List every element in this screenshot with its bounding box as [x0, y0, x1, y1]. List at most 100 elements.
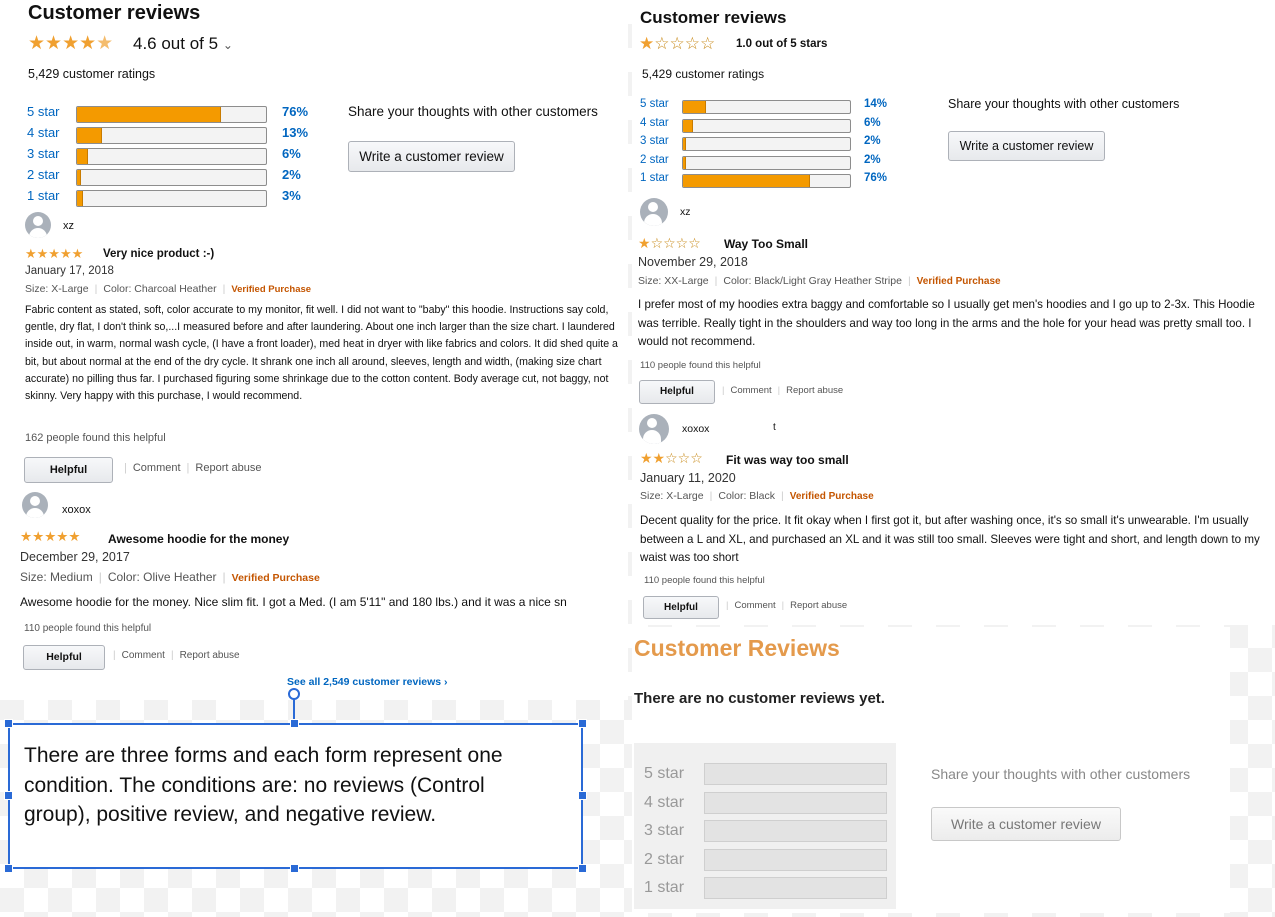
histogram-bar[interactable]: [682, 174, 851, 188]
review-author[interactable]: xoxox: [682, 423, 709, 435]
variant-color[interactable]: Color: Olive Heather: [108, 570, 217, 584]
write-review-button[interactable]: Write a customer review: [348, 141, 515, 172]
review-author[interactable]: xz: [63, 220, 74, 232]
histogram-star-link[interactable]: 1 star: [640, 172, 669, 184]
histogram-bar[interactable]: [76, 190, 267, 207]
histogram-star-label: 5 star: [644, 765, 685, 782]
histogram-star-link[interactable]: 3 star: [640, 135, 669, 147]
report-abuse-link[interactable]: Report abuse: [195, 462, 261, 474]
histogram-percent-link[interactable]: 6%: [864, 117, 881, 129]
variant-color[interactable]: Color: Black/Light Gray Heather Stripe: [723, 275, 902, 287]
review-stars: ★☆☆☆☆: [638, 235, 701, 252]
see-all-reviews-link[interactable]: See all 2,549 customer reviews ›: [287, 676, 448, 688]
histogram-star-link[interactable]: 3 star: [27, 146, 60, 161]
report-abuse-link[interactable]: Report abuse: [786, 385, 843, 396]
resize-handle-se[interactable]: [578, 864, 587, 873]
histogram-star-link[interactable]: 2 star: [27, 167, 60, 182]
variant-size[interactable]: Size: Medium: [20, 570, 93, 584]
resize-handle-n[interactable]: [290, 719, 299, 728]
verified-purchase-badge: Verified Purchase: [231, 284, 312, 295]
reviews-title: Customer reviews: [640, 8, 787, 27]
review-headline[interactable]: Very nice product :-): [103, 248, 214, 260]
comment-link[interactable]: Comment: [122, 650, 165, 661]
histogram-bar-empty: [704, 763, 887, 785]
resize-handle-s[interactable]: [290, 864, 299, 873]
histogram-bar-empty: [704, 877, 887, 899]
empty-star-icon: ☆☆☆☆: [654, 34, 716, 53]
histogram-percent-link[interactable]: 14%: [864, 98, 887, 110]
review-variant: Size: X-Large | Color: Charcoal Heather | Ve…: [25, 283, 312, 295]
histogram-star-link[interactable]: 4 star: [640, 117, 669, 129]
review-headline[interactable]: Fit was way too small: [726, 453, 849, 467]
review-actions: | Comment | Report abuse: [722, 385, 844, 396]
variant-size[interactable]: Size: XX-Large: [638, 275, 709, 287]
histogram-percent-link[interactable]: 2%: [864, 154, 881, 166]
variant-color[interactable]: Color: Black: [718, 490, 775, 502]
helpful-button[interactable]: Helpful: [639, 380, 715, 404]
half-star-icon: ★: [96, 33, 114, 54]
review-author[interactable]: xoxox: [62, 504, 91, 516]
resize-handle-w[interactable]: [4, 791, 13, 800]
helpful-button[interactable]: Helpful: [643, 596, 719, 619]
histogram-bar[interactable]: [682, 118, 851, 133]
histogram-bar-fill: [683, 101, 707, 113]
histogram-bar[interactable]: [682, 137, 851, 151]
histogram-percent-link[interactable]: 6%: [282, 146, 301, 161]
histogram-star-link[interactable]: 4 star: [27, 125, 60, 140]
average-rating-text[interactable]: 1.0 out of 5 stars: [736, 38, 827, 50]
histogram-star-link[interactable]: 1 star: [27, 188, 60, 203]
histogram-percent-link[interactable]: 2%: [282, 167, 301, 182]
histogram-star-link[interactable]: 5 star: [640, 98, 669, 110]
resize-handle-nw[interactable]: [4, 719, 13, 728]
chevron-down-icon[interactable]: ⌄: [223, 38, 233, 52]
resize-handle-ne[interactable]: [578, 719, 587, 728]
histogram-percent-link[interactable]: 13%: [282, 125, 308, 140]
annotation-textbox[interactable]: There are three forms and each form repr…: [8, 723, 583, 869]
histogram-bar[interactable]: [682, 100, 851, 114]
comment-link[interactable]: Comment: [133, 462, 181, 474]
variant-size[interactable]: Size: X-Large: [640, 490, 704, 502]
histogram-bar[interactable]: [76, 127, 267, 144]
histogram-bar[interactable]: [682, 155, 851, 170]
review-stars: ★★★★★: [20, 529, 81, 545]
write-review-button[interactable]: Write a customer review: [931, 807, 1121, 841]
helpful-button[interactable]: Helpful: [23, 645, 105, 670]
report-abuse-link[interactable]: Report abuse: [790, 600, 847, 611]
verified-purchase-badge: Verified Purchase: [231, 572, 320, 584]
histogram-percent-link[interactable]: 76%: [864, 172, 887, 184]
histogram-bar[interactable]: [76, 169, 267, 186]
comment-link[interactable]: Comment: [734, 600, 775, 611]
review-author[interactable]: xz: [680, 206, 691, 218]
resize-handle-e[interactable]: [578, 791, 587, 800]
no-reviews-form: Customer Reviews There are no customer r…: [632, 627, 1230, 913]
resize-handle-sw[interactable]: [4, 864, 13, 873]
histogram-percent-link[interactable]: 2%: [864, 135, 881, 147]
histogram-percent-link[interactable]: 3%: [282, 188, 301, 203]
avatar: [640, 198, 668, 226]
review-body: I prefer most of my hoodies extra baggy …: [638, 298, 1255, 348]
histogram-bar[interactable]: [76, 148, 267, 165]
review-actions: | Comment | Report abuse: [726, 600, 848, 611]
write-review-button[interactable]: Write a customer review: [948, 131, 1105, 161]
comment-link[interactable]: Comment: [730, 385, 771, 396]
average-rating[interactable]: 4.6 out of 5 ⌄: [133, 34, 233, 54]
star-rating-icon: ★★★★: [28, 33, 97, 54]
annotation-text[interactable]: There are three forms and each form repr…: [24, 741, 544, 830]
variant-size[interactable]: Size: X-Large: [25, 283, 89, 295]
rotate-handle[interactable]: [288, 688, 300, 700]
rating-stars: ★★★★★: [28, 32, 113, 55]
histogram-bar[interactable]: [76, 106, 267, 123]
histogram-star-link[interactable]: 2 star: [640, 154, 669, 166]
report-abuse-link[interactable]: Report abuse: [180, 650, 240, 661]
review-body: Fabric content as stated, soft, color ac…: [25, 304, 618, 403]
histogram-star-label: 1 star: [644, 879, 685, 896]
review-headline[interactable]: Awesome hoodie for the money: [108, 532, 289, 546]
review-variant: Size: Medium | Color: Olive Heather | Verifi…: [20, 570, 320, 584]
star-rating-icon: ★: [638, 235, 651, 251]
histogram-star-link[interactable]: 5 star: [27, 104, 60, 119]
histogram-percent-link[interactable]: 76%: [282, 104, 308, 119]
negative-review-form: Customer reviews ★☆☆☆☆ 1.0 out of 5 star…: [632, 0, 1275, 625]
review-headline[interactable]: Way Too Small: [724, 237, 808, 251]
variant-color[interactable]: Color: Charcoal Heather: [103, 283, 216, 295]
helpful-button[interactable]: Helpful: [24, 457, 113, 483]
